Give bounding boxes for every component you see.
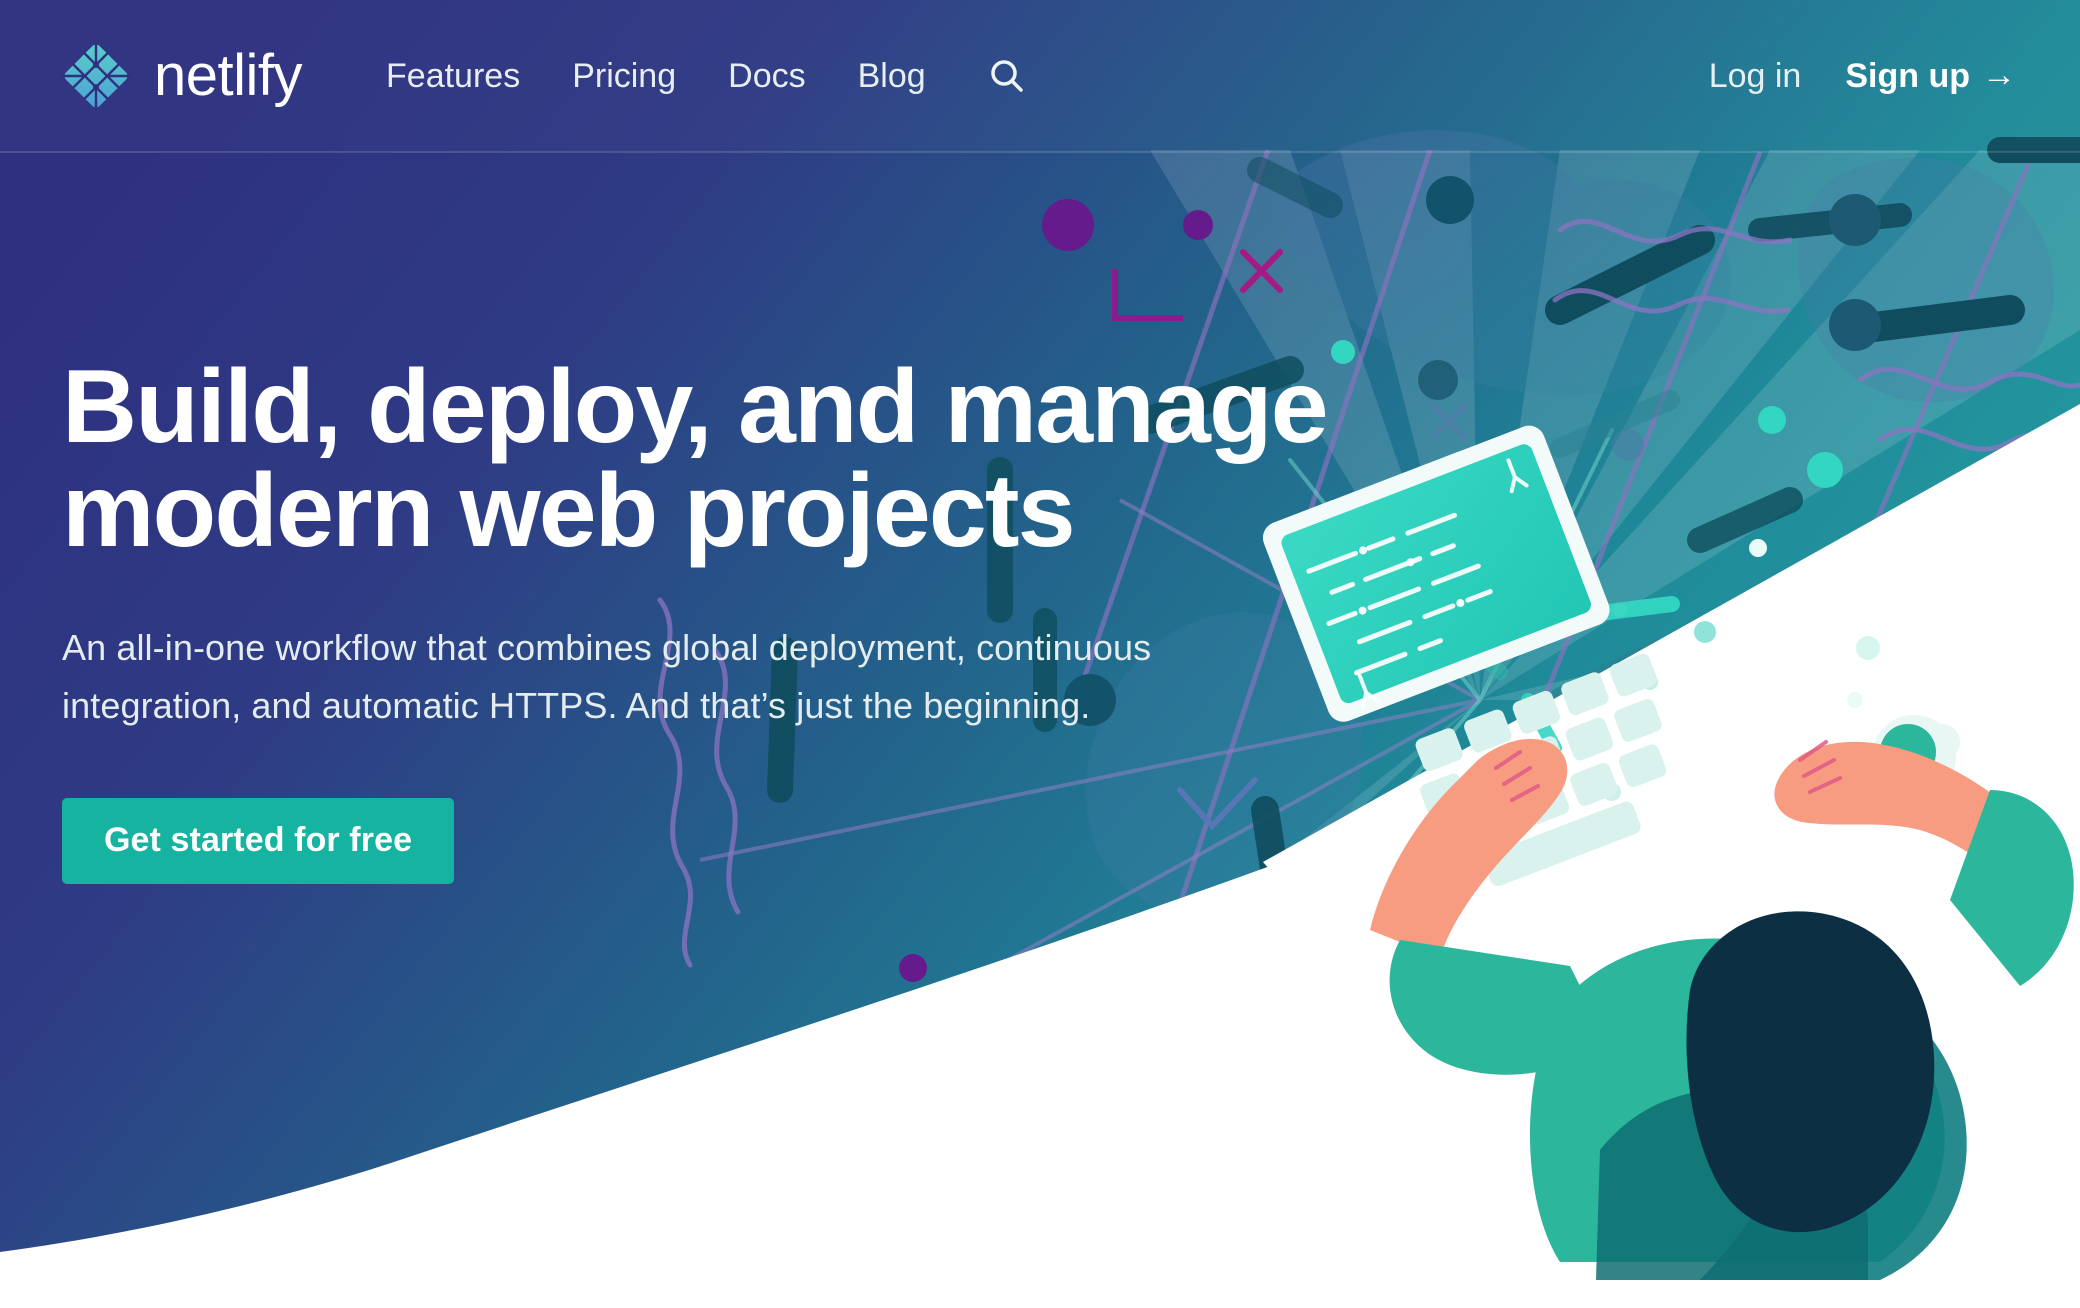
netlify-diamond-logo-icon — [60, 40, 132, 112]
hero-subtitle: An all-in-one workflow that combines glo… — [62, 627, 1152, 727]
nav-links: Features Pricing Docs Blog — [386, 53, 1030, 99]
search-icon[interactable] — [984, 53, 1030, 99]
main-navbar: netlify Features Pricing Docs Blog Log i… — [0, 0, 2080, 152]
page-title-line-1: Build, deploy, and manage — [62, 349, 1329, 465]
nav-link-pricing[interactable]: Pricing — [572, 59, 676, 93]
signup-link[interactable]: Sign up → — [1845, 56, 2016, 95]
arrow-right-icon: → — [1982, 56, 2016, 94]
brand-name: netlify — [154, 43, 303, 108]
page-title-line-2: modern web projects — [62, 453, 1076, 569]
login-link[interactable]: Log in — [1709, 59, 1802, 93]
hero-content: Build, deploy, and manage modern web pro… — [62, 355, 1352, 884]
netlify-landing-page: netlify Features Pricing Docs Blog Log i… — [0, 0, 2080, 1308]
nav-account-actions: Log in Sign up → — [1709, 56, 2016, 95]
nav-link-blog[interactable]: Blog — [858, 59, 926, 93]
nav-link-docs[interactable]: Docs — [728, 59, 805, 93]
page-title: Build, deploy, and manage modern web pro… — [62, 355, 1342, 563]
signup-label: Sign up — [1845, 57, 1970, 95]
brand-home-link[interactable]: netlify — [60, 40, 303, 112]
get-started-button[interactable]: Get started for free — [62, 797, 455, 884]
nav-link-features[interactable]: Features — [386, 59, 520, 93]
